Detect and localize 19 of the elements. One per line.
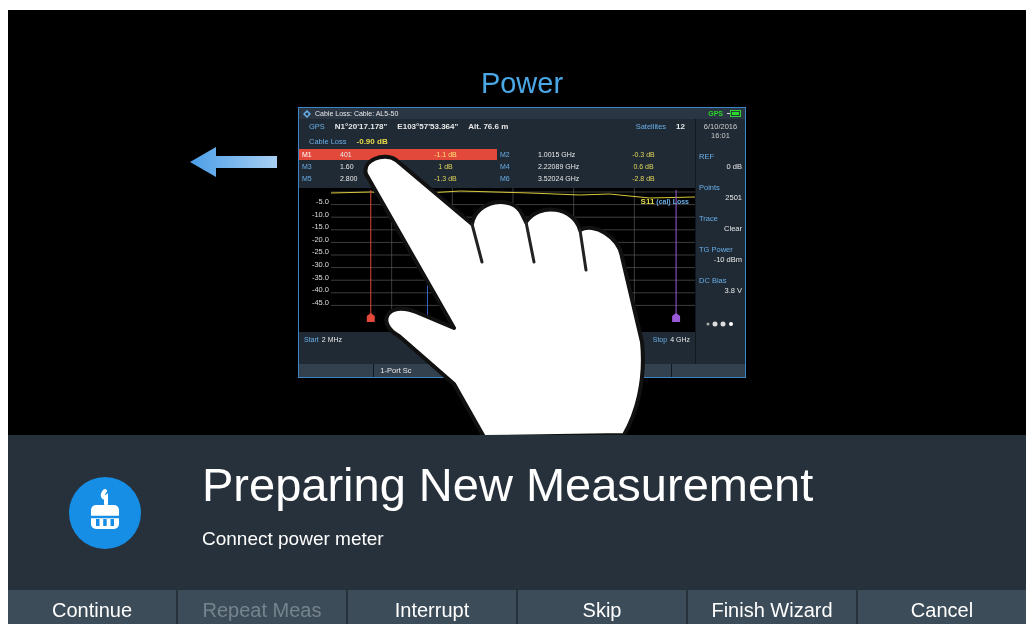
cable-loss-value: -0.90 dB	[356, 137, 388, 146]
wizard-button[interactable]: Continue	[8, 590, 176, 624]
marker-flag-icon	[672, 313, 681, 322]
longitude-value: E103°57'53.364"	[397, 122, 459, 131]
battery-icon	[727, 110, 741, 117]
left-arrow-icon	[190, 147, 277, 177]
altitude-value: Alt. 76.6 m	[468, 122, 509, 131]
wizard-instruction: Connect power meter	[202, 528, 385, 550]
wizard-button[interactable]: Interrupt	[348, 590, 516, 624]
marker-flag-icon	[366, 313, 375, 322]
screen-title: Power	[480, 66, 564, 100]
wizard-button[interactable]: Skip	[518, 590, 686, 624]
trace-name: S11	[640, 197, 655, 206]
wizard-button[interactable]: Cancel	[858, 590, 1026, 624]
device-icon	[69, 476, 141, 549]
satellites-count: 12	[676, 122, 685, 131]
latitude-value: N1°20'17.178"	[334, 122, 388, 131]
wizard-button[interactable]: Finish Wizard	[688, 590, 856, 624]
wizard-heading: Preparing New Measurement	[202, 457, 815, 513]
